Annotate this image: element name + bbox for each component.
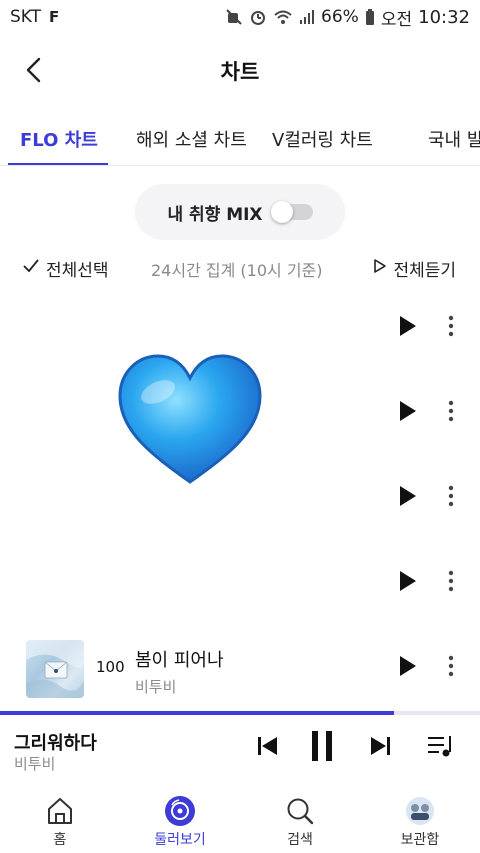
now-playing-artist: 비투비 [14,755,56,773]
pause-button[interactable] [308,731,336,765]
play-button[interactable] [394,568,422,598]
more-vertical-icon [448,400,454,426]
library-avatar-icon [405,795,435,827]
more-vertical-icon [448,485,454,511]
browse-disc-icon [164,795,196,827]
nav-search[interactable]: 검색 [240,785,360,853]
play-all-label: 전체듣기 [393,261,456,281]
skip-next-icon [369,736,391,760]
pause-icon [310,730,334,766]
more-vertical-icon [448,655,454,681]
previous-button[interactable] [255,731,281,765]
battery-percent: 66% [321,7,359,27]
toggle-knob [270,201,293,223]
progress-fill [0,711,394,715]
list-controls: 전체선택 24시간 집계 (10시 기준) 전체듣기 [0,254,480,284]
playlist-icon [427,734,455,762]
aggregation-info: 24시간 집계 (10시 기준) [151,261,323,280]
select-all-label: 전체선택 [46,261,109,281]
wifi-icon [273,8,293,26]
blue-heart-icon [114,350,266,490]
nav-label: 보관함 [400,832,440,848]
carrier-label: SKT [10,7,42,27]
alarm-icon [249,8,267,26]
ampm-label: 오전 [380,9,413,30]
play-icon [399,485,417,511]
tab-domestic-chart[interactable]: 국내 발 [428,118,480,165]
nav-label: 홈 [53,832,67,848]
next-button[interactable] [367,731,393,765]
more-button[interactable] [440,483,462,513]
more-button[interactable] [440,398,462,428]
play-all-button[interactable]: 전체듣기 [373,256,456,281]
page-title: 차트 [220,60,260,84]
nav-library[interactable]: 보관함 [360,785,480,853]
play-button[interactable] [394,313,422,343]
play-outline-icon [373,258,387,279]
search-icon [285,795,315,827]
more-button[interactable] [440,653,462,683]
nav-label: 검색 [287,832,313,848]
check-icon [22,258,40,279]
battery-icon [365,8,375,26]
tab-overseas-social-chart[interactable]: 해외 소셜 차트 [136,118,247,165]
tab-flo-chart[interactable]: FLO 차트 [20,118,98,165]
mix-label: 내 취향 MIX [167,204,263,225]
nav-home[interactable]: 홈 [0,785,120,853]
clock: 10:32 [418,6,470,28]
chart-row[interactable]: 100 봄이 피어나 비투비 [0,626,480,710]
play-button[interactable] [394,398,422,428]
tab-label: FLO 차트 [20,130,98,151]
tab-label: V컬러링 차트 [272,130,373,151]
nav-label: 둘러보기 [154,832,206,848]
skip-previous-icon [257,736,279,760]
my-taste-mix-toggle[interactable]: 내 취향 MIX [135,184,345,240]
play-button[interactable] [394,653,422,683]
playlist-button[interactable] [426,731,456,765]
chart-row[interactable] [0,541,480,625]
mini-player[interactable]: 그리워하다 비투비 [0,711,480,785]
signal-icon [299,8,315,26]
play-button[interactable] [394,483,422,513]
bottom-nav: 홈 둘러보기 검색 보관함 [0,785,480,853]
play-icon [399,570,417,596]
carrier-badge: F [49,8,60,26]
play-icon [399,315,417,341]
header: 차트 [0,44,480,100]
now-playing-title: 그리워하다 [14,733,97,754]
select-all-button[interactable]: 전체선택 [22,256,109,281]
tab-label: 국내 발 [428,130,480,151]
play-icon [399,655,417,681]
song-artist: 비투비 [135,678,177,696]
rank: 100 [96,658,125,676]
home-icon [45,795,75,827]
chart-tabs: FLO 차트 해외 소셜 차트 V컬러링 차트 국내 발 [0,118,480,166]
play-icon [399,400,417,426]
album-art [26,640,84,698]
more-vertical-icon [448,570,454,596]
nav-browse[interactable]: 둘러보기 [120,785,240,853]
tab-vcoloring-chart[interactable]: V컬러링 차트 [272,118,373,165]
tab-label: 해외 소셜 차트 [136,130,247,151]
more-button[interactable] [440,568,462,598]
song-title: 봄이 피어나 [135,650,224,671]
more-button[interactable] [440,313,462,343]
active-tab-indicator [8,163,108,165]
playback-progress[interactable] [0,711,480,715]
toggle-switch[interactable] [270,201,313,223]
mute-icon [225,8,243,26]
status-bar: SKT F 66% 오전 10:32 [0,0,480,34]
more-vertical-icon [448,315,454,341]
